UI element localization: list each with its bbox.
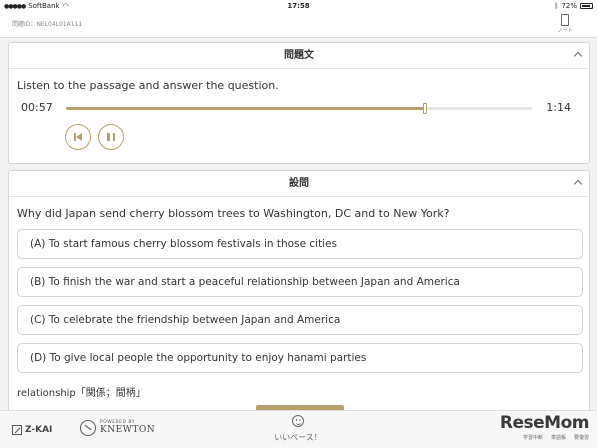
status-right: ᛒ 72% — [554, 2, 593, 10]
audio-current-time: 00:57 — [21, 101, 53, 114]
knewton-name: KNEWTON — [100, 424, 156, 435]
zkai-logo: Z-KAI — [12, 425, 52, 435]
footer: Z-KAI POWERED BY KNEWTON いいペース！ ReseMom … — [0, 410, 597, 448]
pause-button[interactable] — [98, 124, 124, 150]
note-button[interactable]: ノート — [555, 14, 575, 36]
pace-indicator[interactable]: いいペース！ — [250, 415, 346, 443]
passage-card-header[interactable]: 問題文 — [9, 43, 589, 69]
knewton-text: POWERED BY KNEWTON — [100, 421, 155, 435]
bluetooth-icon: ᛒ — [554, 2, 559, 10]
knewton-mark-icon — [80, 420, 96, 436]
status-bar: ●●●●● SoftBank ◠ 17:58 ᛒ 72% — [0, 0, 597, 13]
audio-progress-track[interactable] — [66, 103, 532, 114]
app-header: 問題ID：NEL04L01A111 ノート — [0, 13, 597, 38]
question-card-header[interactable]: 設問 — [9, 171, 589, 197]
pace-label: いいペース！ — [274, 433, 322, 442]
zkai-text: Z-KAI — [25, 425, 53, 435]
audio-total-time: 1:14 — [546, 101, 571, 114]
footer-tabs: 学習中断 単語帳 要復習 — [500, 434, 589, 441]
note-label: ノート — [557, 28, 573, 34]
question-text: Why did Japan send cherry blossom trees … — [17, 207, 450, 220]
audio-progress-fill — [66, 107, 425, 110]
passage-card: 問題文 Listen to the passage and answer the… — [8, 42, 590, 164]
question-card: 設問 Why did Japan send cherry blossom tre… — [8, 170, 590, 411]
answer-option-a[interactable]: (A) To start famous cherry blossom festi… — [17, 229, 583, 259]
passage-title: 問題文 — [284, 50, 314, 61]
chevron-up-icon[interactable] — [573, 51, 583, 61]
vocab-note: relationship「関係；間柄」 — [17, 388, 146, 399]
chevron-up-icon[interactable] — [573, 179, 583, 189]
restart-audio-button[interactable] — [65, 124, 91, 150]
resemom-logo: ReseMom — [499, 413, 590, 433]
answer-option-b[interactable]: (B) To finish the war and start a peacef… — [17, 267, 583, 297]
pause-icon — [107, 133, 115, 141]
notebook-icon — [561, 14, 569, 26]
answer-option-c[interactable]: (C) To celebrate the friendship between … — [17, 305, 583, 335]
battery-percent: 72% — [561, 2, 577, 10]
battery-icon — [580, 3, 593, 9]
zkai-mark-icon — [12, 425, 22, 435]
question-title: 設問 — [289, 178, 309, 189]
knewton-logo: POWERED BY KNEWTON — [80, 420, 155, 436]
tab-wordbook[interactable]: 単語帳 — [551, 434, 566, 441]
resemom-text: ReseMom — [499, 413, 590, 433]
smiley-icon — [292, 415, 304, 427]
audio-scrubber-handle[interactable] — [422, 103, 427, 114]
tab-review[interactable]: 要復習 — [574, 434, 589, 441]
passage-instruction: Listen to the passage and answer the que… — [17, 79, 279, 92]
problem-id: 問題ID：NEL04L01A111 — [12, 21, 83, 28]
tab-pause-study[interactable]: 学習中断 — [523, 434, 543, 441]
answer-option-d[interactable]: (D) To give local people the opportunity… — [17, 343, 583, 373]
brand-watermark: ReseMom 学習中断 単語帳 要復習 — [499, 413, 590, 441]
skip-back-icon — [74, 133, 83, 141]
clock: 17:58 — [287, 2, 310, 10]
